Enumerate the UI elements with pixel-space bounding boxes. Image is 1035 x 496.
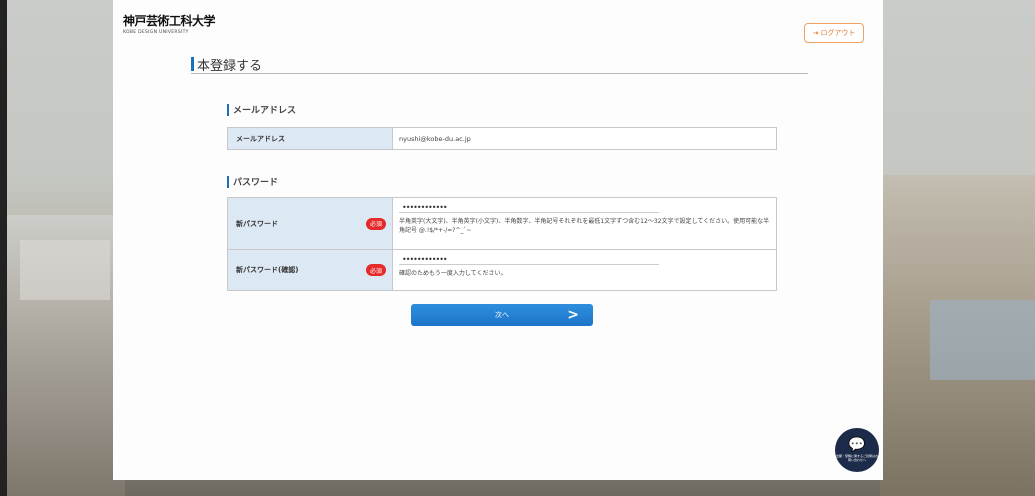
- confirm-password-row: 新パスワード(確認) 必須 •••••••••••• 確認のためもう一度入力して…: [228, 250, 776, 290]
- new-password-label-cell: 新パスワード 必須: [228, 198, 393, 249]
- section-accent-bar: [227, 103, 229, 116]
- chat-support-button[interactable]: 💬 出願・受験に関するご質問はお問い合わせへ: [835, 428, 879, 472]
- password-table: 新パスワード 必須 •••••••••••• 半角英字(大文字)、半角英字(小文…: [227, 197, 777, 291]
- section-accent-bar: [227, 175, 229, 188]
- email-label: メールアドレス: [236, 134, 285, 143]
- password-section-title-text: パスワード: [233, 178, 279, 188]
- window-edge: [0, 0, 7, 496]
- logo-en: KOBE DESIGN UNIVERSITY: [123, 30, 189, 35]
- main-panel: 神戸芸術工科大学 KOBE DESIGN UNIVERSITY ⇥ ログアウト …: [113, 0, 883, 480]
- new-password-row: 新パスワード 必須 •••••••••••• 半角英字(大文字)、半角英字(小文…: [228, 198, 776, 250]
- university-logo: 神戸芸術工科大学 KOBE DESIGN UNIVERSITY: [123, 12, 216, 35]
- confirm-password-label: 新パスワード(確認): [236, 266, 299, 274]
- logo-jp: 神戸芸術工科大学: [123, 14, 216, 28]
- title-accent-bar: [191, 57, 194, 71]
- required-badge: 必須: [366, 264, 386, 276]
- chat-bubbles-icon: 💬: [848, 437, 866, 453]
- next-button[interactable]: 次へ >: [411, 304, 593, 326]
- email-row: メールアドレス nyushi@kobe-du.ac.jp: [228, 128, 776, 149]
- email-section-title-text: メールアドレス: [233, 106, 297, 116]
- new-password-input[interactable]: ••••••••••••: [399, 202, 659, 213]
- email-table: メールアドレス nyushi@kobe-du.ac.jp: [227, 127, 777, 150]
- new-password-hint: 半角英字(大文字)、半角英字(小文字)、半角数字、半角記号それぞれを最低1文字ず…: [399, 218, 770, 234]
- logout-label: ログアウト: [820, 29, 856, 37]
- page-title-text: 本登録する: [197, 58, 263, 74]
- email-label-cell: メールアドレス: [228, 128, 393, 149]
- confirm-password-label-cell: 新パスワード(確認) 必須: [228, 250, 393, 290]
- email-value-cell: nyushi@kobe-du.ac.jp: [393, 128, 776, 149]
- next-label: 次へ: [495, 311, 509, 319]
- email-section-title: メールアドレス: [227, 103, 296, 116]
- chevron-right-icon: >: [567, 307, 579, 323]
- new-password-label: 新パスワード: [236, 219, 278, 228]
- page-title: 本登録する: [191, 55, 808, 74]
- confirm-password-value-cell: •••••••••••• 確認のためもう一度入力してください。: [393, 250, 776, 290]
- password-section-title: パスワード: [227, 175, 278, 188]
- email-value: nyushi@kobe-du.ac.jp: [399, 134, 471, 143]
- logout-icon: ⇥: [812, 29, 819, 37]
- confirm-password-input[interactable]: ••••••••••••: [399, 254, 659, 265]
- new-password-value-cell: •••••••••••• 半角英字(大文字)、半角英字(小文字)、半角数字、半角…: [393, 198, 776, 249]
- chat-label: 出願・受験に関するご質問はお問い合わせへ: [835, 454, 878, 462]
- logout-button[interactable]: ⇥ ログアウト: [804, 23, 864, 43]
- required-badge: 必須: [366, 217, 386, 230]
- confirm-password-hint: 確認のためもう一度入力してください。: [399, 270, 507, 277]
